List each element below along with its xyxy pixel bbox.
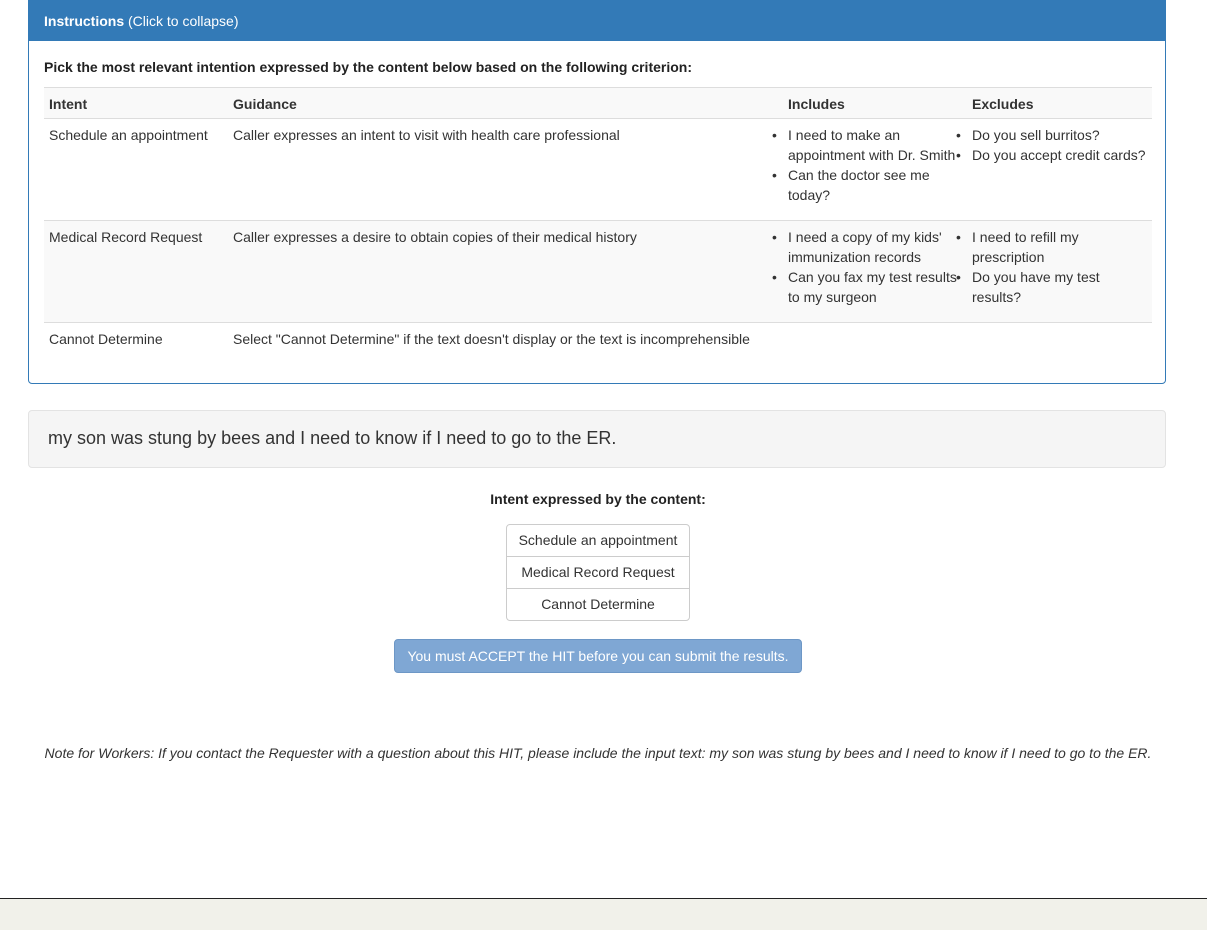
option-cannot-determine[interactable]: Cannot Determine [506, 588, 690, 621]
list-item: Can the doctor see me today? [772, 165, 962, 205]
guidance-cell: Caller expresses an intent to visit with… [233, 127, 620, 143]
instructions-panel: Instructions (Click to collapse) Pick th… [28, 0, 1166, 384]
list-item: Do you sell burritos? [956, 125, 1147, 145]
includes-cell: I need to make an appointment with Dr. S… [772, 119, 967, 221]
intent-prompt: Intent expressed by the content: [490, 491, 706, 507]
intent-cell: Cannot Determine [44, 322, 228, 359]
intent-cell: Schedule an appointment [49, 127, 208, 143]
list-item: Can you fax my test results to my surgeo… [772, 267, 962, 307]
excludes-list: I need to refill my prescription Do you … [956, 227, 1147, 307]
worker-note: Note for Workers: If you contact the Req… [44, 745, 1152, 761]
option-schedule-appointment[interactable]: Schedule an appointment [506, 524, 690, 557]
instructions-toggle[interactable]: Instructions (Click to collapse) [29, 1, 1165, 41]
instructions-body: Pick the most relevant intention express… [29, 59, 1165, 359]
list-item: I need to refill my prescription [956, 227, 1147, 267]
table-row: Cannot Determine Select "Cannot Determin… [44, 322, 1152, 359]
content-text: my son was stung by bees and I need to k… [48, 428, 617, 448]
header-intent: Intent [44, 87, 228, 119]
instructions-title: Instructions [44, 13, 125, 29]
excludes-cell [967, 322, 1152, 359]
intent-options: Schedule an appointment Medical Record R… [506, 524, 690, 621]
excludes-cell: I need to refill my prescription Do you … [956, 220, 1152, 323]
list-item: I need to make an appointment with Dr. S… [772, 125, 962, 165]
includes-list: I need to make an appointment with Dr. S… [772, 125, 962, 205]
list-item: Do you accept credit cards? [956, 145, 1147, 165]
criterion-text: Pick the most relevant intention express… [44, 59, 692, 75]
includes-cell [783, 322, 967, 359]
footer-bar [0, 898, 1207, 930]
table-header-row: Intent Guidance Includes Excludes [44, 87, 1152, 119]
content-text-well: my son was stung by bees and I need to k… [28, 410, 1166, 468]
guidance-cell: Caller expresses a desire to obtain copi… [228, 220, 783, 323]
table-row: Schedule an appointment Caller expresses… [44, 119, 1152, 221]
table-row: Medical Record Request Caller expresses … [44, 220, 1152, 323]
submit-button[interactable]: You must ACCEPT the HIT before you can s… [394, 639, 802, 673]
list-item: I need a copy of my kids' immunization r… [772, 227, 962, 267]
option-medical-record-request[interactable]: Medical Record Request [506, 556, 690, 589]
guidance-cell: Select "Cannot Determine" if the text do… [228, 322, 783, 359]
header-guidance: Guidance [228, 87, 783, 119]
includes-cell: I need a copy of my kids' immunization r… [772, 220, 967, 323]
intent-table: Intent Guidance Includes Excludes Schedu… [44, 87, 1152, 359]
intent-cell: Medical Record Request [44, 220, 228, 323]
instructions-toggle-hint: (Click to collapse) [124, 13, 239, 29]
includes-list: I need a copy of my kids' immunization r… [772, 227, 962, 307]
header-excludes: Excludes [967, 87, 1152, 119]
excludes-list: Do you sell burritos? Do you accept cred… [956, 125, 1147, 165]
list-item: Do you have my test results? [956, 267, 1147, 307]
header-includes: Includes [783, 87, 967, 119]
excludes-cell: Do you sell burritos? Do you accept cred… [956, 119, 1152, 221]
